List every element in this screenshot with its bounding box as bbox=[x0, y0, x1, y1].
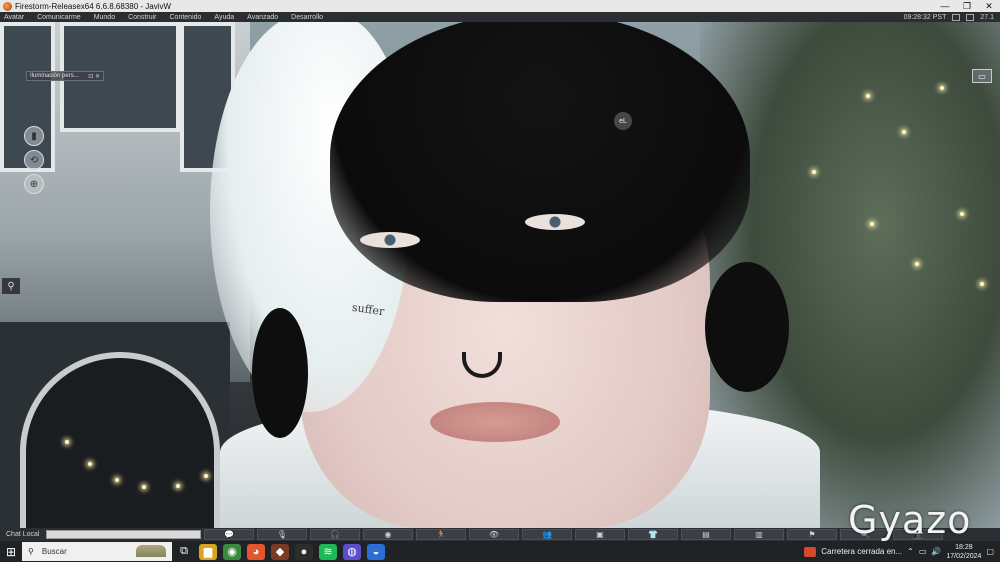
menu-construir[interactable]: Construir bbox=[128, 14, 156, 21]
headset-icon[interactable]: 🎧 bbox=[310, 529, 360, 540]
head-badge: eL bbox=[614, 112, 632, 130]
menu-comunicarme[interactable]: Comunicarme bbox=[37, 14, 81, 21]
world-viewport[interactable]: suffer Iluminación pers... ⊡ ✕ ▮ ⟲ ⊕ ⚲ e… bbox=[0, 22, 1000, 528]
string-light bbox=[142, 485, 146, 489]
file-explorer-icon[interactable]: ▆ bbox=[199, 543, 217, 560]
minimize-button[interactable]: — bbox=[934, 0, 956, 12]
app-icon[interactable]: ● bbox=[295, 543, 313, 560]
chrome-icon[interactable]: ◉ bbox=[223, 543, 241, 560]
app2-icon[interactable]: ◒ bbox=[367, 543, 385, 560]
menu-desarrollo[interactable]: Desarrollo bbox=[291, 14, 323, 21]
lighting-panel-title: Iluminación pers... bbox=[30, 73, 79, 79]
clock-readout: 09:28:32 PST bbox=[903, 13, 947, 21]
window-controls: — ❐ ✕ bbox=[934, 0, 1000, 12]
firestorm-app-icon bbox=[3, 1, 12, 11]
status-area: 09:28:32 PST 27.1 bbox=[903, 13, 1000, 21]
avatar-right-eye bbox=[525, 214, 585, 230]
volume-icon[interactable]: 🔊 bbox=[931, 547, 941, 556]
location-pin-icon[interactable]: ⚲ bbox=[2, 278, 20, 294]
clock-time: 18:28 bbox=[955, 543, 973, 551]
string-light bbox=[870, 222, 874, 226]
view-icon[interactable]: 👁 bbox=[469, 529, 519, 540]
string-light bbox=[940, 86, 944, 90]
spotify-icon[interactable]: ≋ bbox=[319, 543, 337, 560]
windows-taskbar: ⊞ ⚲ Buscar ⧉ ▆ ◉ ◕ ◆ ● ≋ ◍ ◒ Carretera c… bbox=[0, 541, 1000, 562]
avatar-left-eye bbox=[360, 232, 420, 248]
string-light bbox=[866, 94, 870, 98]
warning-icon bbox=[804, 546, 817, 557]
search-label: Buscar bbox=[41, 547, 67, 556]
notifications-icon[interactable]: ▢ bbox=[986, 547, 994, 556]
avatar-left-earring bbox=[252, 308, 308, 438]
inventory-icon[interactable]: ▣ bbox=[575, 529, 625, 540]
system-tray: Carretera cerrada en... ⌃ ▭ 🔊 18:28 17/0… bbox=[804, 541, 1000, 562]
camera-rotate-icon[interactable]: ⟲ bbox=[24, 150, 44, 170]
network-icon[interactable]: ▭ bbox=[919, 547, 927, 556]
camera-zoom-icon[interactable]: ⊕ bbox=[24, 174, 44, 194]
windows-start-icon[interactable]: ⊞ bbox=[0, 541, 22, 562]
appearance-icon[interactable]: 👕 bbox=[628, 529, 678, 540]
people-icon[interactable]: 👥 bbox=[522, 529, 572, 540]
media-icon[interactable] bbox=[952, 13, 961, 21]
string-light bbox=[960, 212, 964, 216]
walk-icon[interactable]: 🏃 bbox=[416, 529, 466, 540]
lighting-panel-controls[interactable]: ⊡ ✕ bbox=[88, 73, 100, 80]
string-light bbox=[115, 478, 119, 482]
close-button[interactable]: ✕ bbox=[978, 0, 1000, 12]
voice-icon[interactable]: 🎙 bbox=[257, 529, 307, 540]
menu-bar: Avatar Comunicarme Mundo Construir Conte… bbox=[0, 12, 1000, 22]
avatar-mouth bbox=[430, 402, 560, 442]
fps-readout: 27.1 bbox=[980, 13, 994, 21]
discord-icon[interactable]: ◍ bbox=[343, 543, 361, 560]
string-light bbox=[902, 130, 906, 134]
string-light bbox=[176, 484, 180, 488]
menu-mundo[interactable]: Mundo bbox=[94, 14, 115, 21]
menu-contenido[interactable]: Contenido bbox=[170, 14, 202, 21]
camera-pan-icon[interactable]: ▮ bbox=[24, 126, 44, 146]
chevron-up-icon[interactable]: ⌃ bbox=[907, 547, 914, 556]
gestures-icon[interactable]: ◉ bbox=[363, 529, 413, 540]
news-notification[interactable]: Carretera cerrada en... bbox=[821, 547, 902, 556]
string-light bbox=[204, 474, 208, 478]
search-highlight-image bbox=[136, 545, 166, 557]
search-icon: ⚲ bbox=[28, 547, 34, 556]
menu-avanzado[interactable]: Avanzado bbox=[247, 14, 278, 21]
snapshot-icon[interactable]: ▭ bbox=[972, 69, 992, 83]
firestorm-icon[interactable]: ◆ bbox=[271, 543, 289, 560]
window-titlebar: Firestorm-Releasex64 6.6.8.68380 - Javiv… bbox=[0, 0, 1000, 12]
landmark-icon[interactable]: ⚑ bbox=[787, 529, 837, 540]
chat-label: Chat Local bbox=[6, 531, 40, 538]
map-icon[interactable]: ▤ bbox=[681, 529, 731, 540]
menu-ayuda[interactable]: Ayuda bbox=[214, 14, 234, 21]
minimap-icon[interactable]: ▥ bbox=[734, 529, 784, 540]
taskbar-search[interactable]: ⚲ Buscar bbox=[22, 542, 172, 561]
avatar-hair-black bbox=[330, 22, 750, 302]
gyazo-watermark: Gyazo bbox=[848, 498, 972, 542]
task-view-icon[interactable]: ⧉ bbox=[175, 544, 193, 560]
firefox-icon[interactable]: ◕ bbox=[247, 543, 265, 560]
string-light bbox=[812, 170, 816, 174]
display-icon[interactable] bbox=[966, 13, 975, 21]
background-window bbox=[0, 22, 55, 172]
string-light bbox=[88, 462, 92, 466]
chat-icon[interactable]: 💬 bbox=[204, 529, 254, 540]
lighting-panel[interactable]: Iluminación pers... ⊡ ✕ bbox=[26, 71, 104, 81]
taskbar-clock[interactable]: 18:28 17/02/2024 bbox=[946, 543, 981, 561]
avatar-right-earring bbox=[705, 262, 789, 392]
chat-input[interactable] bbox=[46, 530, 201, 539]
string-light bbox=[915, 262, 919, 266]
menu-avatar[interactable]: Avatar bbox=[4, 14, 24, 21]
clock-date: 17/02/2024 bbox=[946, 552, 982, 560]
string-light bbox=[980, 282, 984, 286]
string-light bbox=[65, 440, 69, 444]
window-title: Firestorm-Releasex64 6.6.8.68380 - Javiv… bbox=[15, 1, 172, 11]
maximize-button[interactable]: ❐ bbox=[956, 0, 978, 12]
